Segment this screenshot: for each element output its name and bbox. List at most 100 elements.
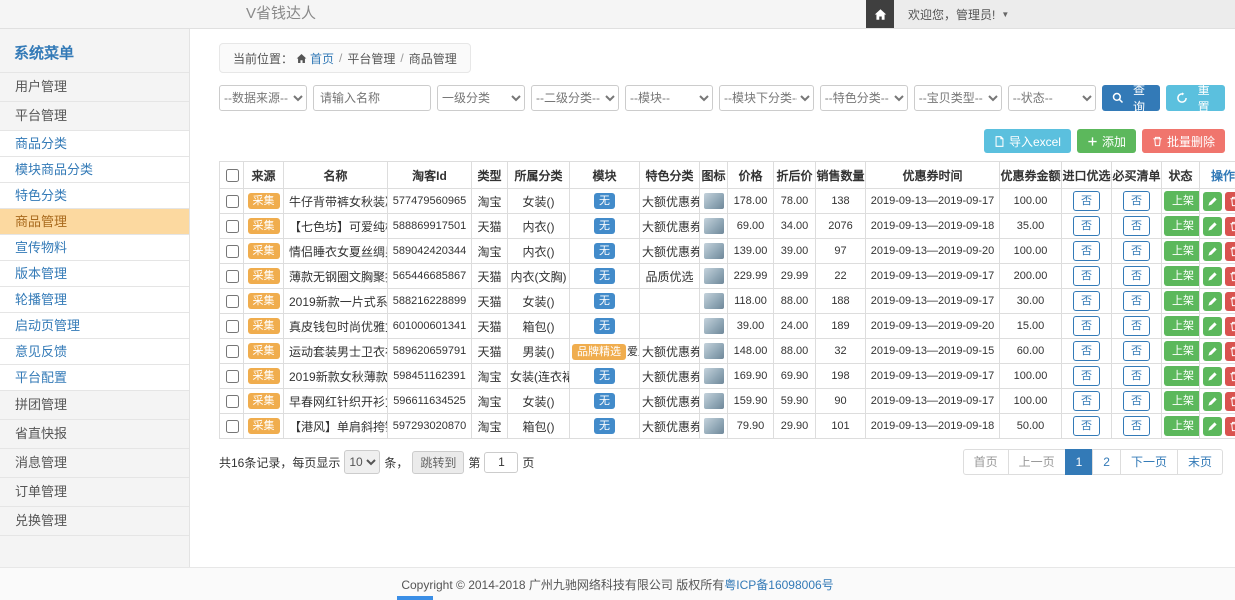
import-toggle-button[interactable]: 否 bbox=[1073, 416, 1100, 436]
delete-button[interactable] bbox=[1225, 217, 1235, 236]
must-buy-toggle-button[interactable]: 否 bbox=[1123, 266, 1150, 286]
edit-button[interactable] bbox=[1203, 217, 1222, 236]
must-buy-toggle-button[interactable]: 否 bbox=[1123, 391, 1150, 411]
row-checkbox[interactable] bbox=[226, 270, 239, 283]
sidebar-item-promo-material[interactable]: 宣传物料 bbox=[0, 234, 189, 260]
row-checkbox[interactable] bbox=[226, 195, 239, 208]
edit-button[interactable] bbox=[1203, 342, 1222, 361]
batch-delete-button[interactable]: 批量删除 bbox=[1142, 129, 1225, 153]
user-menu[interactable]: 欢迎您，管理员! ▼ bbox=[894, 0, 1009, 28]
sidebar-item-message-mgmt[interactable]: 消息管理 bbox=[0, 448, 189, 477]
level1-category-filter[interactable]: 一级分类 bbox=[437, 85, 525, 111]
must-buy-toggle-button[interactable]: 否 bbox=[1123, 216, 1150, 236]
delete-button[interactable] bbox=[1225, 367, 1235, 386]
row-checkbox[interactable] bbox=[226, 220, 239, 233]
pager-button-3[interactable]: 2 bbox=[1092, 449, 1121, 475]
row-checkbox[interactable] bbox=[226, 395, 239, 408]
delete-button[interactable] bbox=[1225, 267, 1235, 286]
must-buy-toggle-button[interactable]: 否 bbox=[1123, 316, 1150, 336]
pager-button-2[interactable]: 1 bbox=[1065, 449, 1094, 475]
sidebar-item-goods-category[interactable]: 商品分类 bbox=[0, 130, 189, 156]
level2-category-filter[interactable]: --二级分类-- bbox=[531, 85, 619, 111]
status-filter[interactable]: --状态-- bbox=[1008, 85, 1096, 111]
delete-button[interactable] bbox=[1225, 292, 1235, 311]
import-toggle-button[interactable]: 否 bbox=[1073, 391, 1100, 411]
breadcrumb-home-link[interactable]: 首页 bbox=[310, 50, 334, 67]
delete-button[interactable] bbox=[1225, 192, 1235, 211]
import-toggle-button[interactable]: 否 bbox=[1073, 366, 1100, 386]
page-size-select[interactable]: 10 bbox=[344, 450, 380, 474]
home-button[interactable] bbox=[866, 0, 894, 28]
edit-button[interactable] bbox=[1203, 317, 1222, 336]
must-buy-toggle-button[interactable]: 否 bbox=[1123, 241, 1150, 261]
edit-button[interactable] bbox=[1203, 392, 1222, 411]
sidebar-item-express-news[interactable]: 省直快报 bbox=[0, 419, 189, 448]
edit-button[interactable] bbox=[1203, 292, 1222, 311]
row-checkbox[interactable] bbox=[226, 320, 239, 333]
module-subcategory-filter[interactable]: --模块下分类-- bbox=[719, 85, 814, 111]
sidebar-item-order-mgmt[interactable]: 订单管理 bbox=[0, 477, 189, 506]
must-buy-toggle-button[interactable]: 否 bbox=[1123, 291, 1150, 311]
status-button[interactable]: 上架 bbox=[1164, 216, 1200, 236]
sidebar-item-feedback[interactable]: 意见反馈 bbox=[0, 338, 189, 364]
edit-button[interactable] bbox=[1203, 192, 1222, 211]
edit-button[interactable] bbox=[1203, 242, 1222, 261]
sidebar-item-user-mgmt[interactable]: 用户管理 bbox=[0, 72, 189, 101]
delete-button[interactable] bbox=[1225, 392, 1235, 411]
breadcrumb-item[interactable]: 商品管理 bbox=[409, 50, 457, 67]
breadcrumb-item[interactable]: 平台管理 bbox=[347, 50, 395, 67]
sidebar-item-feature-category[interactable]: 特色分类 bbox=[0, 182, 189, 208]
delete-button[interactable] bbox=[1225, 417, 1235, 436]
status-button[interactable]: 上架 bbox=[1164, 191, 1200, 211]
name-search-input[interactable] bbox=[313, 85, 431, 111]
row-checkbox[interactable] bbox=[226, 295, 239, 308]
status-button[interactable]: 上架 bbox=[1164, 291, 1200, 311]
delete-button[interactable] bbox=[1225, 242, 1235, 261]
row-checkbox[interactable] bbox=[226, 245, 239, 258]
sidebar-item-group-buy-mgmt[interactable]: 拼团管理 bbox=[0, 390, 189, 419]
status-button[interactable]: 上架 bbox=[1164, 416, 1200, 436]
status-button[interactable]: 上架 bbox=[1164, 266, 1200, 286]
sidebar-item-platform-mgmt[interactable]: 平台管理 bbox=[0, 101, 189, 130]
status-button[interactable]: 上架 bbox=[1164, 341, 1200, 361]
sidebar-item-version-mgmt[interactable]: 版本管理 bbox=[0, 260, 189, 286]
data-source-filter[interactable]: --数据来源-- bbox=[219, 85, 307, 111]
must-buy-toggle-button[interactable]: 否 bbox=[1123, 191, 1150, 211]
status-button[interactable]: 上架 bbox=[1164, 366, 1200, 386]
sidebar-item-module-goods-category[interactable]: 模块商品分类 bbox=[0, 156, 189, 182]
icp-link[interactable]: 粤ICP备16098006号 bbox=[724, 576, 833, 593]
import-toggle-button[interactable]: 否 bbox=[1073, 316, 1100, 336]
sidebar-item-platform-config[interactable]: 平台配置 bbox=[0, 364, 189, 390]
row-checkbox[interactable] bbox=[226, 370, 239, 383]
import-toggle-button[interactable]: 否 bbox=[1073, 216, 1100, 236]
must-buy-toggle-button[interactable]: 否 bbox=[1123, 416, 1150, 436]
feature-category-filter[interactable]: --特色分类-- bbox=[820, 85, 908, 111]
edit-button[interactable] bbox=[1203, 417, 1222, 436]
item-type-filter[interactable]: --宝贝类型-- bbox=[914, 85, 1002, 111]
sidebar-item-cut-off-item[interactable] bbox=[0, 535, 189, 564]
module-filter[interactable]: --模块-- bbox=[625, 85, 713, 111]
search-button[interactable]: 查询 bbox=[1102, 85, 1161, 111]
pager-button-0[interactable]: 首页 bbox=[963, 449, 1009, 475]
status-button[interactable]: 上架 bbox=[1164, 316, 1200, 336]
jump-page-input[interactable] bbox=[484, 452, 518, 473]
import-toggle-button[interactable]: 否 bbox=[1073, 241, 1100, 261]
must-buy-toggle-button[interactable]: 否 bbox=[1123, 341, 1150, 361]
sidebar-item-goods-mgmt[interactable]: 商品管理 bbox=[0, 208, 189, 234]
pager-button-1[interactable]: 上一页 bbox=[1008, 449, 1066, 475]
import-toggle-button[interactable]: 否 bbox=[1073, 191, 1100, 211]
status-button[interactable]: 上架 bbox=[1164, 391, 1200, 411]
edit-button[interactable] bbox=[1203, 367, 1222, 386]
import-toggle-button[interactable]: 否 bbox=[1073, 291, 1100, 311]
pager-button-5[interactable]: 末页 bbox=[1177, 449, 1223, 475]
edit-button[interactable] bbox=[1203, 267, 1222, 286]
sidebar-item-splash-page-mgmt[interactable]: 启动页管理 bbox=[0, 312, 189, 338]
must-buy-toggle-button[interactable]: 否 bbox=[1123, 366, 1150, 386]
import-toggle-button[interactable]: 否 bbox=[1073, 266, 1100, 286]
row-checkbox[interactable] bbox=[226, 345, 239, 358]
sidebar-item-exchange-mgmt[interactable]: 兑换管理 bbox=[0, 506, 189, 535]
row-checkbox[interactable] bbox=[226, 420, 239, 433]
sidebar-item-carousel-mgmt[interactable]: 轮播管理 bbox=[0, 286, 189, 312]
reset-button[interactable]: 重置 bbox=[1166, 85, 1225, 111]
status-button[interactable]: 上架 bbox=[1164, 241, 1200, 261]
